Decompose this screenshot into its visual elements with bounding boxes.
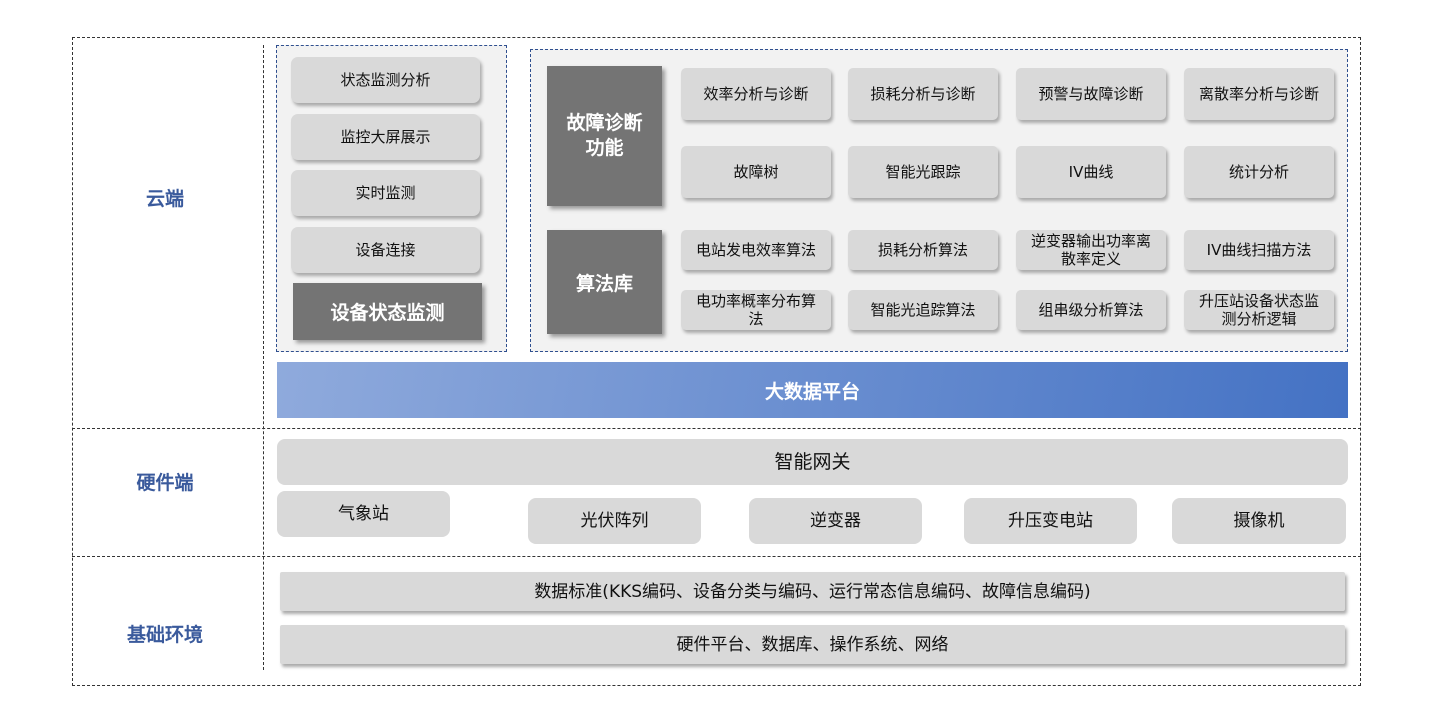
algorithm-item: 组串级分析算法 — [1016, 290, 1166, 330]
monitor-item: 监控大屏展示 — [291, 114, 480, 160]
algorithm-item: 逆变器输出功率离散率定义 — [1016, 230, 1166, 270]
monitor-item: 设备连接 — [291, 227, 480, 273]
big-data-platform: 大数据平台 — [277, 362, 1348, 418]
device-monitoring-title: 设备状态监测 — [293, 283, 482, 340]
base-item: 硬件平台、数据库、操作系统、网络 — [280, 625, 1345, 664]
diagnosis-item: IV曲线 — [1016, 146, 1166, 198]
fault-diagnosis-title: 故障诊断功能 — [547, 66, 662, 206]
layer-label-base: 基础环境 — [126, 624, 203, 646]
device-box: 升压变电站 — [964, 498, 1137, 544]
algorithm-item: 电功率概率分布算法 — [681, 290, 831, 330]
big-data-platform-label: 大数据平台 — [764, 380, 860, 403]
monitor-item: 实时监测 — [291, 170, 480, 216]
divider — [72, 556, 1361, 557]
layer-label-cloud: 云端 — [145, 188, 184, 210]
algorithm-item: 升压站设备状态监测分析逻辑 — [1184, 290, 1334, 330]
divider — [72, 428, 1361, 429]
diagnosis-item: 智能光跟踪 — [848, 146, 998, 198]
device-box: 气象站 — [277, 491, 450, 537]
layer-label-hardware: 硬件端 — [136, 472, 194, 494]
divider — [263, 45, 264, 670]
diagnosis-item: 预警与故障诊断 — [1016, 68, 1166, 120]
smart-gateway: 智能网关 — [277, 439, 1348, 485]
algorithm-item: 损耗分析算法 — [848, 230, 998, 270]
diagnosis-item: 效率分析与诊断 — [681, 68, 831, 120]
monitor-item: 状态监测分析 — [291, 57, 480, 103]
device-box: 逆变器 — [749, 498, 922, 544]
diagnosis-item: 故障树 — [681, 146, 831, 198]
diagnosis-item: 统计分析 — [1184, 146, 1334, 198]
algorithm-library-title: 算法库 — [547, 230, 662, 334]
fault-diagnosis-title-text: 故障诊断功能 — [566, 112, 643, 159]
device-box: 摄像机 — [1172, 498, 1346, 544]
device-box: 光伏阵列 — [528, 498, 701, 544]
base-item: 数据标准(KKS编码、设备分类与编码、运行常态信息编码、故障信息编码) — [280, 572, 1345, 611]
algorithm-item: 电站发电效率算法 — [681, 230, 831, 270]
diagnosis-item: 离散率分析与诊断 — [1184, 68, 1334, 120]
algorithm-item: IV曲线扫描方法 — [1184, 230, 1334, 270]
diagnosis-item: 损耗分析与诊断 — [848, 68, 998, 120]
algorithm-item: 智能光追踪算法 — [848, 290, 998, 330]
